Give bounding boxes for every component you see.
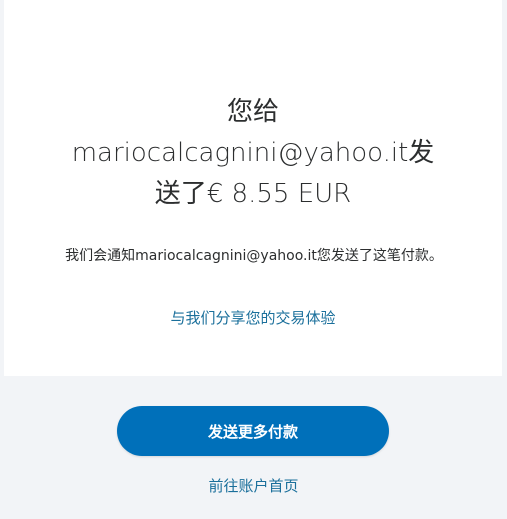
headline-prefix: 您给 (226, 97, 279, 127)
recipient-email: mariocalcagnini@yahoo.it (71, 138, 409, 168)
send-more-payments-button[interactable]: 发送更多付款 (117, 406, 389, 456)
confirmation-card: 您给 mariocalcagnini@yahoo.it发送了€ 8.55 EUR … (4, 0, 502, 376)
go-to-account-home-link[interactable]: 前往账户首页 (0, 476, 507, 496)
notification-text: 我们会通知mariocalcagnini@yahoo.it您发送了这笔付款。 (65, 248, 443, 264)
share-experience-link[interactable]: 与我们分享您的交易体验 (4, 308, 502, 328)
amount: € 8.55 EUR (206, 179, 352, 209)
confirmation-headline: 您给 mariocalcagnini@yahoo.it发送了€ 8.55 EUR (64, 92, 442, 215)
